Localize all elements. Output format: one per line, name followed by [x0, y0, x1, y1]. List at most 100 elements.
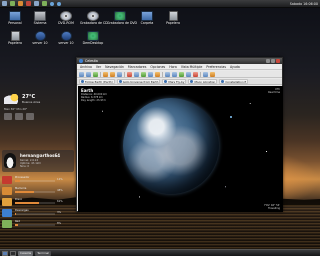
workspace-1[interactable]: [2, 250, 8, 256]
desktop-icon-label: DemDesktop: [82, 41, 104, 45]
bookmark-icon: [190, 80, 194, 83]
menu-opciones[interactable]: Opciones: [150, 65, 165, 69]
stat-value: 12%: [57, 178, 63, 181]
stat-label: Descargas: [15, 209, 29, 212]
sun-cloud-icon: [4, 94, 20, 104]
goto-icon[interactable]: [141, 71, 146, 77]
desktop-icon-label: server 10: [32, 41, 48, 45]
desktop-icon-papelera-2[interactable]: Papelera: [2, 31, 28, 46]
bookmark-icon[interactable]: [127, 71, 132, 77]
bookmark-item[interactable]: Follow Earth (Earth): [79, 79, 115, 84]
desktop-icon-carpeta[interactable]: Carpeta: [134, 11, 160, 26]
volume-icon[interactable]: [57, 1, 61, 6]
bookmark-label: Moon Libration: [194, 79, 216, 84]
bookmark-item[interactable]: Mars Fly-by: [162, 79, 187, 84]
bookmark-item[interactable]: Constellation E: [219, 79, 249, 84]
celestia-3d-view[interactable]: Earth Distance: 40.000 km Radius: 6.378 …: [78, 86, 283, 212]
trash-icon: [10, 31, 20, 41]
stat-label: Procesador: [15, 176, 30, 179]
bookmark-label: Constellation E: [225, 79, 247, 84]
network-status-icon[interactable]: [50, 1, 54, 6]
stat-bar: [15, 180, 55, 182]
earth-globe[interactable]: [123, 98, 219, 194]
time-pause-icon[interactable]: [179, 71, 184, 77]
desktop-icon-papelera[interactable]: Papelera: [160, 11, 186, 26]
taskbar-item-celestia[interactable]: Celestia: [18, 250, 34, 256]
close-button[interactable]: [276, 59, 280, 63]
window-controls: [266, 59, 280, 63]
minimize-button[interactable]: [266, 59, 270, 63]
menu-vista-multiple[interactable]: Vista Múltiple: [181, 65, 203, 69]
sync-orbit-icon[interactable]: [155, 71, 160, 77]
moon-marker[interactable]: [230, 116, 232, 118]
stat-label: Disco: [15, 198, 23, 201]
firefox-launcher-icon[interactable]: [18, 1, 23, 6]
download-icon: [2, 209, 12, 217]
stat-bar: [15, 202, 55, 204]
stat-value: 61%: [57, 200, 63, 203]
time-faster-icon[interactable]: [186, 71, 191, 77]
user-hostname: hernan@arthos64: [20, 153, 61, 158]
desktop-icon-label: Papelera: [8, 41, 22, 45]
desktop-icon-dvd-rom[interactable]: DVD-ROM: [53, 11, 79, 26]
stat-bar: [15, 224, 55, 226]
desktop-icon-server-10[interactable]: server 10: [27, 31, 53, 46]
celestia-window[interactable]: Celestia Archivo Ver Navegación Marcador…: [76, 57, 283, 212]
trash-icon: [168, 11, 178, 21]
bookmarks-bar: Follow Earth (Earth) Goto Universe from …: [77, 79, 282, 85]
menu-preferencias[interactable]: Preferencias: [206, 65, 226, 69]
open-script-icon[interactable]: [79, 71, 84, 77]
menu-marcadores[interactable]: Marcadores: [128, 65, 147, 69]
editor-launcher-icon[interactable]: [42, 1, 47, 6]
desktop-icon-personal[interactable]: Personal: [2, 11, 28, 26]
menu-archivo[interactable]: Archivo: [80, 65, 92, 69]
stat-bar-fill: [15, 224, 19, 226]
applications-menu-icon[interactable]: [2, 1, 7, 6]
app-icon: [87, 31, 99, 41]
follow-icon[interactable]: [148, 71, 153, 77]
record-movie-icon[interactable]: [93, 71, 98, 77]
center-icon[interactable]: [134, 71, 139, 77]
split-view-icon[interactable]: [203, 71, 208, 77]
stat-row-network: Red 8%: [2, 219, 76, 229]
places-menu-icon[interactable]: [10, 1, 15, 6]
terminal-launcher-icon[interactable]: [34, 1, 39, 6]
desktop-icon-label: Papelera: [166, 21, 180, 25]
fullscreen-icon[interactable]: [210, 71, 215, 77]
desktop-icon-label: DVD-ROM: [58, 21, 74, 25]
back-icon[interactable]: [103, 71, 108, 77]
desktop-icon-label: Grabadora de CD: [80, 21, 108, 25]
save-image-icon[interactable]: [86, 71, 91, 77]
desktop-icon-sistema[interactable]: Sistema: [27, 11, 53, 26]
bookmark-item[interactable]: Moon Libration: [188, 79, 218, 84]
panel-clock[interactable]: Sabado 16:06:00: [290, 2, 318, 6]
bookmark-icon: [81, 80, 84, 83]
toolbar: [77, 71, 282, 78]
time-slower-icon[interactable]: [172, 71, 177, 77]
network-icon: [2, 220, 12, 228]
workspace-2[interactable]: [10, 250, 16, 256]
stat-row-downloads: Descargas 3%: [2, 208, 76, 218]
menu-ver[interactable]: Ver: [96, 65, 101, 69]
desktop-icon-dvd-burner[interactable]: Grabadora de DVD: [107, 11, 137, 26]
forward-icon[interactable]: [110, 71, 115, 77]
network-icon: [34, 31, 46, 41]
time-reverse-icon[interactable]: [165, 71, 170, 77]
menu-navegacion[interactable]: Navegación: [105, 65, 124, 69]
stat-label: Red: [15, 220, 20, 223]
time-now-icon[interactable]: [193, 71, 198, 77]
desktop-icon-cd-burner[interactable]: Grabadora de CD: [80, 11, 108, 26]
mail-launcher-icon[interactable]: [26, 1, 31, 6]
taskbar-item-label: Celestia: [20, 251, 32, 255]
maximize-button[interactable]: [271, 59, 275, 63]
home-icon[interactable]: [117, 71, 122, 77]
desktop-icon-demdesktop[interactable]: DemDesktop: [80, 31, 106, 46]
user-details: Kernel: 2.6.24 Uptime: 4h 12m Nice: 0: [20, 159, 41, 169]
menu-hora[interactable]: Hora: [169, 65, 177, 69]
menu-ayuda[interactable]: Ayuda: [230, 65, 240, 69]
bookmark-item[interactable]: Goto Universe from Earth: [116, 79, 161, 84]
bookmark-icon: [164, 80, 168, 83]
bookmark-label: Follow Earth (Earth): [85, 79, 113, 84]
desktop-icon-server-10-b[interactable]: server 10: [53, 31, 79, 46]
taskbar-item-terminal[interactable]: Terminal: [35, 250, 52, 256]
